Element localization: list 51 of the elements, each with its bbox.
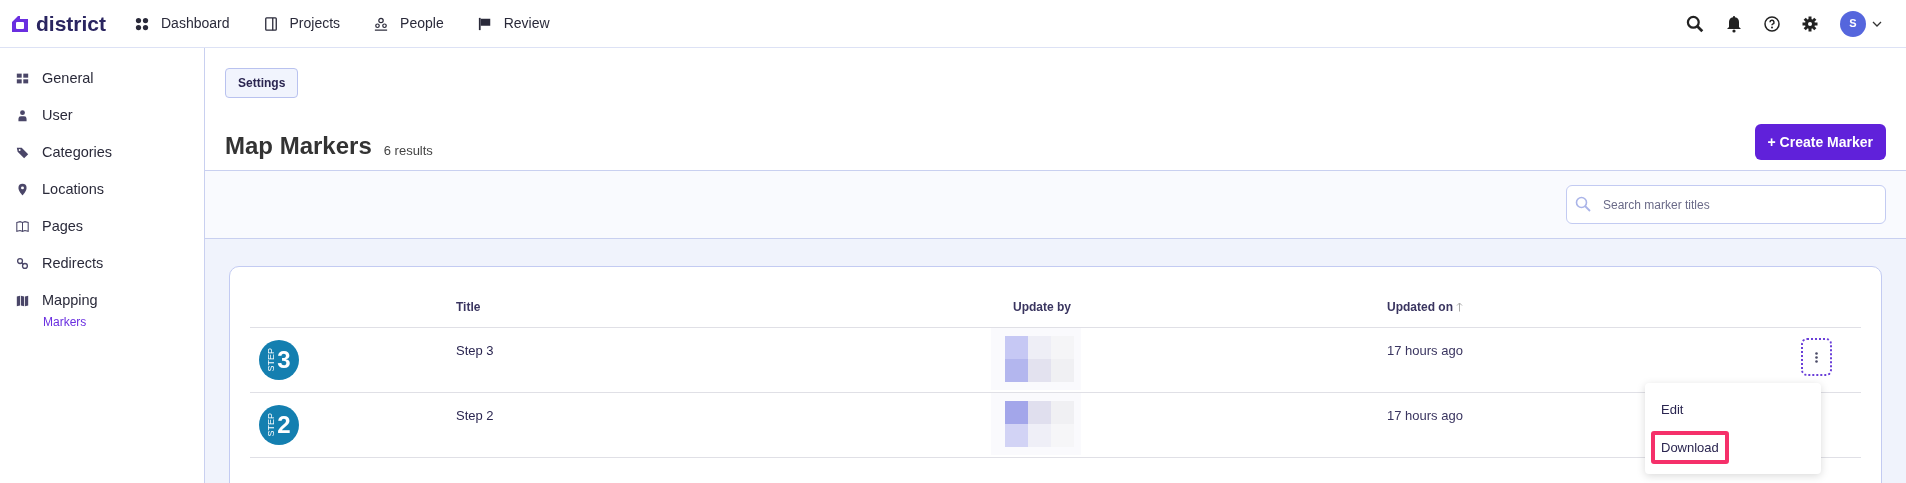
search-icon[interactable] [1686,14,1704,33]
table-cell: Step 3 [456,343,494,358]
user-icon [16,109,29,122]
more-options-button[interactable] [1801,338,1832,376]
flag-icon [477,16,492,31]
settings-button[interactable]: Settings [225,68,299,98]
nav-link[interactable]: Projects [263,13,341,34]
chevron-down-icon[interactable] [1872,19,1882,28]
book-icon [263,16,278,31]
more-vertical-icon [1815,351,1818,363]
marker-number: 2 [277,413,291,437]
avatar-button[interactable]: S [1840,10,1866,37]
nav-link[interactable]: Review [477,13,550,34]
page-title: Map Markers [225,134,372,158]
search-icon [1575,196,1591,212]
nav-link[interactable]: Dashboard [135,13,230,34]
result-count: 6 results [383,144,433,157]
people-icon [374,16,389,31]
column-header[interactable]: Updated on [1387,298,1453,316]
brand-name: district [36,13,106,34]
column-header[interactable]: Title [456,298,481,316]
map-icon [16,294,29,307]
grid-icon [16,72,29,85]
settings-icon[interactable] [1802,15,1818,32]
sidebar-item[interactable]: Locations [16,171,204,208]
marker-label: STEP [267,413,277,437]
column-header[interactable]: Update by [1013,298,1071,316]
marker-number: 3 [277,348,291,372]
bell-icon[interactable] [1726,14,1742,33]
nav-link[interactable]: People [374,13,444,34]
table-cell: 17 hours ago [1387,343,1463,358]
house-logo-icon [10,13,30,34]
help-icon[interactable] [1764,15,1780,32]
create-marker-button[interactable]: + Create Marker [1754,124,1886,160]
tag-icon [16,146,29,159]
table-cell: Step 2 [456,408,494,423]
link-icon [16,257,29,270]
table-cell: 17 hours ago [1387,408,1463,423]
search-field[interactable]: Search marker titles [1566,185,1886,224]
sidebar-item[interactable]: General [16,60,204,97]
book-icon [16,220,29,233]
dots-icon [135,16,149,31]
marker-label: STEP [267,348,277,372]
sidebar-item[interactable]: User [16,97,204,134]
sidebar-item[interactable]: Categories [16,134,204,171]
menu-item[interactable]: Edit [1651,393,1694,427]
sidebar-item[interactable]: Redirects [16,245,204,282]
sidebar-item[interactable]: Pages [16,208,204,245]
location-pin-icon [16,183,29,196]
menu-item[interactable]: Download [1651,430,1729,464]
sidebar-subitem[interactable]: Markers [16,313,87,331]
